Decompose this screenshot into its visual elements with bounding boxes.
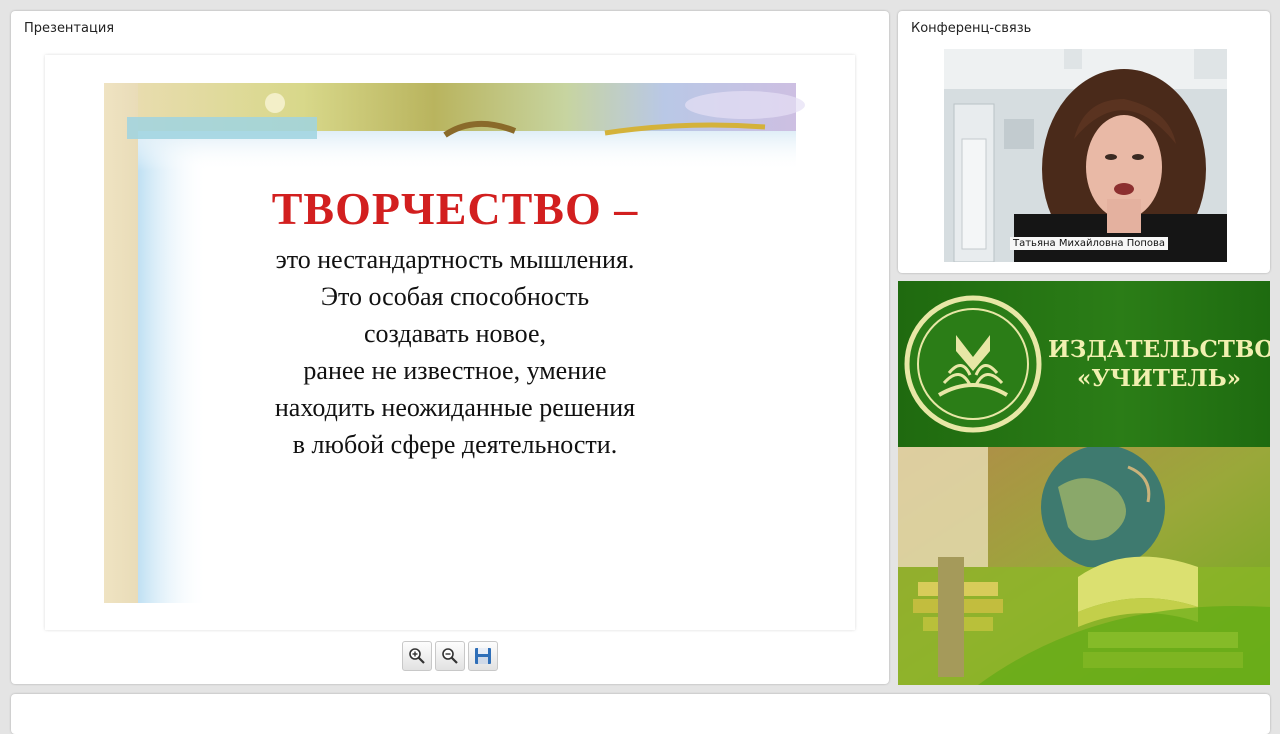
slide-heading: ТВОРЧЕСТВО –: [271, 183, 639, 234]
conference-panel-title: Конференц-связь: [911, 21, 1032, 36]
zoom-out-button[interactable]: [435, 641, 465, 671]
slide-line: находить неожиданные решения: [274, 393, 636, 422]
presentation-panel-title: Презентация: [24, 21, 115, 36]
conference-panel: Конференц-связь Татьяна Михайловна Попов…: [898, 11, 1270, 273]
speaker-video[interactable]: Татьяна Михайловна Попова: [944, 49, 1227, 262]
presentation-slide: ТВОРЧЕСТВО – это нестандартность мышлени…: [45, 55, 855, 630]
save-icon: [475, 648, 491, 664]
zoom-in-icon: [409, 648, 425, 664]
bottom-panel: [11, 694, 1270, 734]
zoom-in-button[interactable]: [402, 641, 432, 671]
publisher-banner-header: ИЗДАТЕЛЬСТВО «УЧИТЕЛЬ»: [898, 281, 1270, 447]
speaker-video-frame: [944, 49, 1227, 262]
zoom-out-icon: [442, 648, 458, 664]
publisher-logo-icon: [904, 295, 1042, 433]
publisher-name-line1: ИЗДАТЕЛЬСТВО: [1048, 336, 1270, 363]
slide-body: это нестандартность мышления. Это особая…: [185, 241, 725, 463]
slide-line: Это особая способность: [320, 282, 590, 311]
slide-line: это нестандартность мышления.: [275, 245, 635, 274]
presentation-panel: Презентация ТВОРЧЕСТВО – это нестандартн…: [11, 11, 889, 684]
slide-line: ранее не известное, умение: [303, 356, 607, 385]
books-globe-image: [898, 447, 1270, 685]
publisher-banner: ИЗДАТЕЛЬСТВО «УЧИТЕЛЬ»: [898, 281, 1270, 685]
publisher-name-line2: «УЧИТЕЛЬ»: [1076, 365, 1242, 392]
speaker-name-label: Татьяна Михайловна Попова: [1010, 237, 1169, 250]
slide-line: создавать новое,: [364, 319, 546, 348]
save-button[interactable]: [468, 641, 498, 671]
slide-line: в любой сфере деятельности.: [292, 430, 618, 459]
